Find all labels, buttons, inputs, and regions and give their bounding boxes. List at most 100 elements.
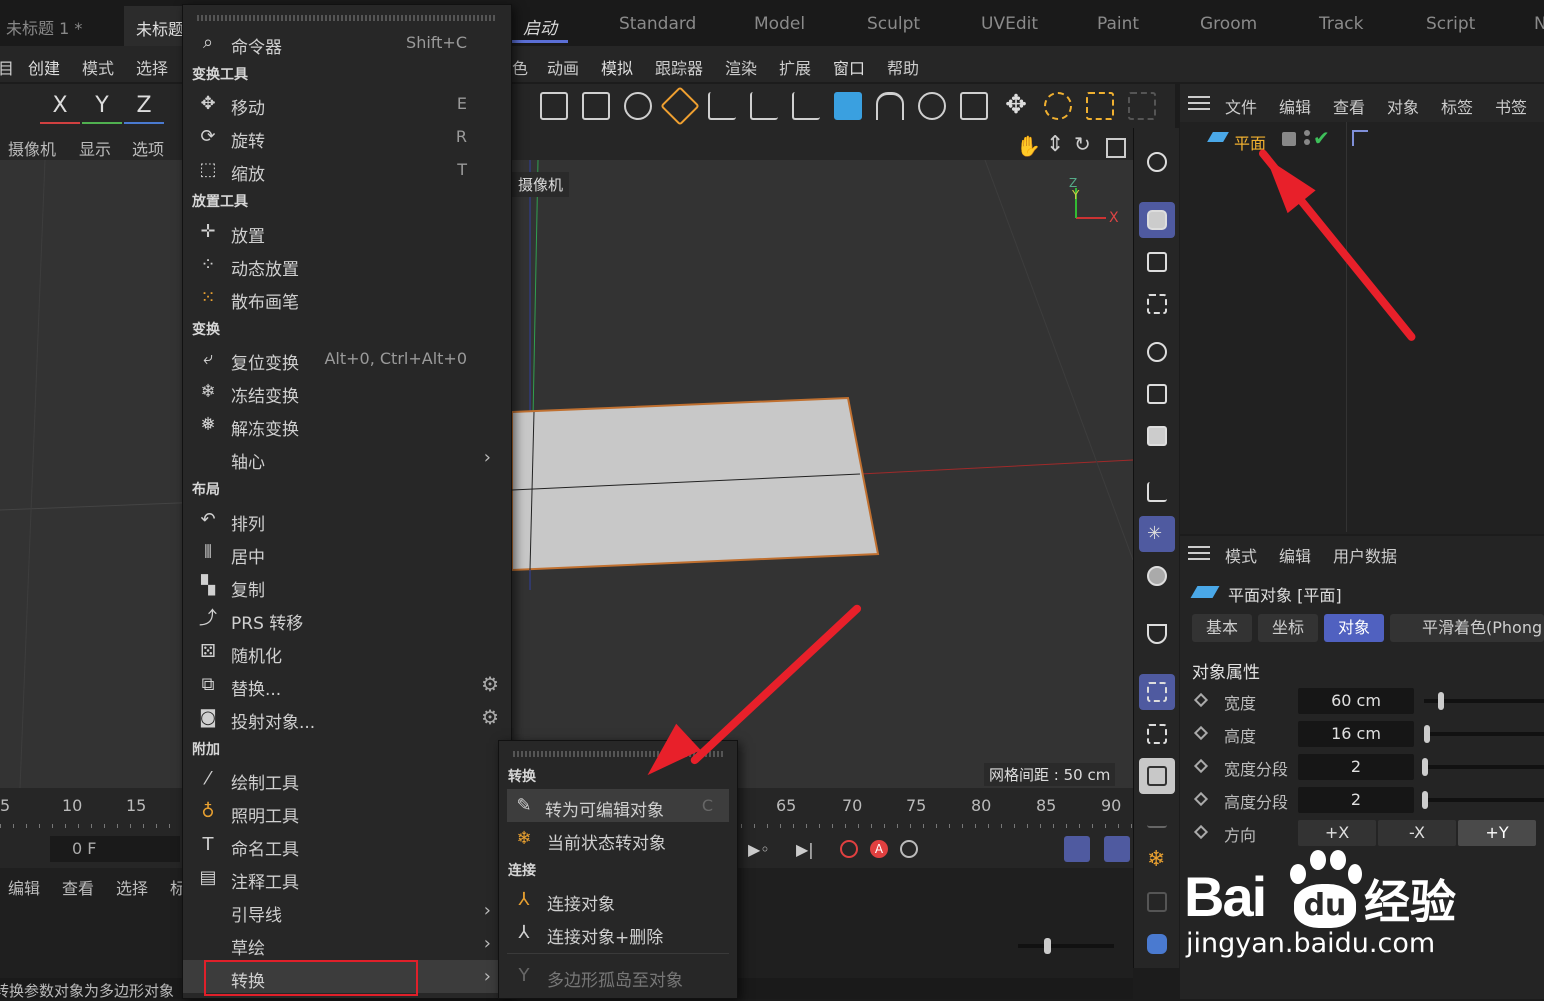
maximize-view-icon[interactable] (1106, 138, 1126, 158)
quantize-button[interactable] (1139, 674, 1175, 710)
tweak-button[interactable]: ✳ (1139, 516, 1175, 552)
menu-create[interactable]: 创建 (28, 55, 60, 79)
axis-mode-button[interactable] (1139, 474, 1175, 510)
bottom-menu-view[interactable]: 查看 (62, 875, 94, 899)
menu-item-unfreeze-transform[interactable]: ❅ 解冻变换 (183, 408, 513, 441)
height-segments-slider[interactable] (1424, 798, 1544, 802)
slider-handle[interactable] (1422, 791, 1428, 809)
pan-icon[interactable]: ✋ (1016, 134, 1041, 158)
menu-item[interactable]: 色 (512, 55, 528, 79)
reset-icon[interactable] (750, 92, 778, 120)
hamburger-icon[interactable] (1188, 96, 1210, 110)
live-select-icon[interactable] (1044, 92, 1072, 120)
quantize-a-button[interactable] (1139, 716, 1175, 752)
menu-item-axis[interactable]: 轴心 › (183, 441, 513, 474)
menu-animate[interactable]: 动画 (547, 55, 579, 79)
x-axis-lock-button[interactable]: X (40, 88, 80, 124)
menu-item-rotate[interactable]: ⟳ 旋转 R (183, 120, 513, 153)
slider-handle[interactable] (1424, 725, 1430, 743)
keyframe-icon[interactable] (1193, 791, 1209, 807)
width-field[interactable]: 60 cm (1298, 688, 1414, 714)
menu-window[interactable]: 窗口 (833, 55, 865, 79)
goto-end-icon[interactable]: ▶| (796, 840, 814, 859)
hamburger-icon[interactable] (1188, 546, 1210, 560)
attr-menu-edit[interactable]: 编辑 (1279, 543, 1311, 567)
menu-item[interactable]: 目 (0, 55, 14, 79)
connect-icon[interactable] (1139, 800, 1175, 836)
editable-tag-icon[interactable] (1282, 132, 1296, 146)
view-camera-menu[interactable]: 摄像机 (8, 136, 56, 160)
motion-icon[interactable] (1064, 836, 1090, 862)
box-select-icon[interactable] (1086, 92, 1114, 120)
keyframe-icon[interactable] (1193, 692, 1209, 708)
phong-tag-icon[interactable] (1352, 130, 1368, 146)
model-mode-button[interactable] (1139, 202, 1175, 238)
om-menu-view[interactable]: 查看 (1333, 94, 1365, 118)
om-menu-bookmarks[interactable]: 书签 (1495, 94, 1527, 118)
scale-icon[interactable] (960, 92, 988, 120)
autokey-icon[interactable]: A (870, 840, 888, 858)
layout-startup[interactable]: 启动 (523, 14, 557, 39)
flag-icon[interactable] (1139, 884, 1175, 920)
layout-more[interactable]: N (1534, 14, 1544, 34)
menu-item-dynamic-place[interactable]: ⁘ 动态放置 (183, 248, 513, 281)
transfer-icon[interactable] (708, 92, 736, 120)
tab-basic[interactable]: 基本 (1192, 614, 1252, 642)
menu-item-lighting-tool[interactable]: ♁ 照明工具 (183, 795, 513, 828)
camera-icon[interactable] (582, 92, 610, 120)
menu-mode[interactable]: 模式 (82, 55, 114, 79)
keyframe-icon[interactable] (1193, 725, 1209, 741)
polygons-mode-button[interactable] (1139, 418, 1175, 454)
width-segments-field[interactable]: 2 (1298, 754, 1414, 780)
filter-icon[interactable] (1104, 836, 1130, 862)
menu-item-make-editable[interactable]: ✎ 转为可编辑对象 C (507, 789, 729, 822)
menu-item-paint-tool[interactable]: ⁄ 绘制工具 (183, 762, 513, 795)
points-mode-button[interactable] (1139, 334, 1175, 370)
menu-simulate[interactable]: 模拟 (601, 55, 633, 79)
attr-menu-mode[interactable]: 模式 (1225, 543, 1257, 567)
doc-tab[interactable]: 未标题 1 * (6, 15, 82, 39)
menu-item-commander[interactable]: ⌕ 命令器 Shift+C (183, 26, 513, 59)
layout-uvedit[interactable]: UVEdit (981, 14, 1038, 34)
view-options-menu[interactable]: 选项 (132, 136, 164, 160)
menu-item-arrange[interactable]: ↶ 排列 (183, 503, 513, 536)
view-display-menu[interactable]: 显示 (79, 136, 111, 160)
menu-item-naming-tool[interactable]: T 命名工具 (183, 828, 513, 861)
menu-item-sketch[interactable]: 草绘 › (183, 927, 513, 960)
height-field[interactable]: 16 cm (1298, 721, 1414, 747)
menu-item-polygon-islands[interactable]: Y 多边形孤岛至对象 (499, 959, 737, 992)
axis-icon[interactable] (792, 92, 820, 120)
edges-mode-button[interactable] (1139, 376, 1175, 412)
object-row-plane[interactable]: 平面 ✔ (1180, 124, 1544, 153)
orbit-icon[interactable]: ↻ (1074, 132, 1091, 156)
play-forward-icon[interactable]: ▶◦ (748, 840, 770, 859)
om-menu-tags[interactable]: 标签 (1441, 94, 1473, 118)
menu-grip[interactable] (197, 15, 497, 21)
keyframe-icon[interactable] (1193, 824, 1209, 840)
gear-icon[interactable]: ⚙ (481, 672, 499, 696)
menu-item-connect-delete[interactable]: ⅄ 连接对象+删除 (499, 916, 737, 949)
menu-item-project-objects[interactable]: ◙ 投射对象... ⚙ (183, 701, 513, 734)
python-icon[interactable] (1139, 926, 1175, 962)
slider-handle[interactable] (1044, 938, 1051, 954)
move-icon[interactable]: ✥ (1002, 92, 1030, 120)
menu-item-annotation-tool[interactable]: ▤ 注释工具 (183, 861, 513, 894)
keyframe-settings-icon[interactable] (900, 840, 918, 858)
dolly-icon[interactable]: ⇕ (1046, 132, 1064, 157)
menu-item-scale[interactable]: ⬚ 缩放 T (183, 153, 513, 186)
menu-item-move[interactable]: ✥ 移动 E (183, 87, 513, 120)
bend-icon[interactable] (876, 92, 904, 120)
drop-icon[interactable] (1128, 92, 1156, 120)
height-slider[interactable] (1424, 732, 1544, 736)
viewport[interactable]: 摄像机 X Z Y 网格间距 : 50 cm (0, 160, 1133, 788)
layout-track[interactable]: Track (1319, 14, 1363, 34)
check-icon[interactable]: ✔ (1313, 126, 1330, 150)
workplane-button[interactable] (1139, 286, 1175, 322)
layout-standard[interactable]: Standard (619, 14, 696, 34)
frame-field[interactable]: 0 F (50, 836, 180, 862)
menu-render[interactable]: 渲染 (725, 55, 757, 79)
rotate-icon[interactable] (918, 92, 946, 120)
layout-paint[interactable]: Paint (1097, 14, 1139, 34)
layout-sculpt[interactable]: Sculpt (867, 14, 920, 34)
slider-handle[interactable] (1422, 758, 1428, 776)
